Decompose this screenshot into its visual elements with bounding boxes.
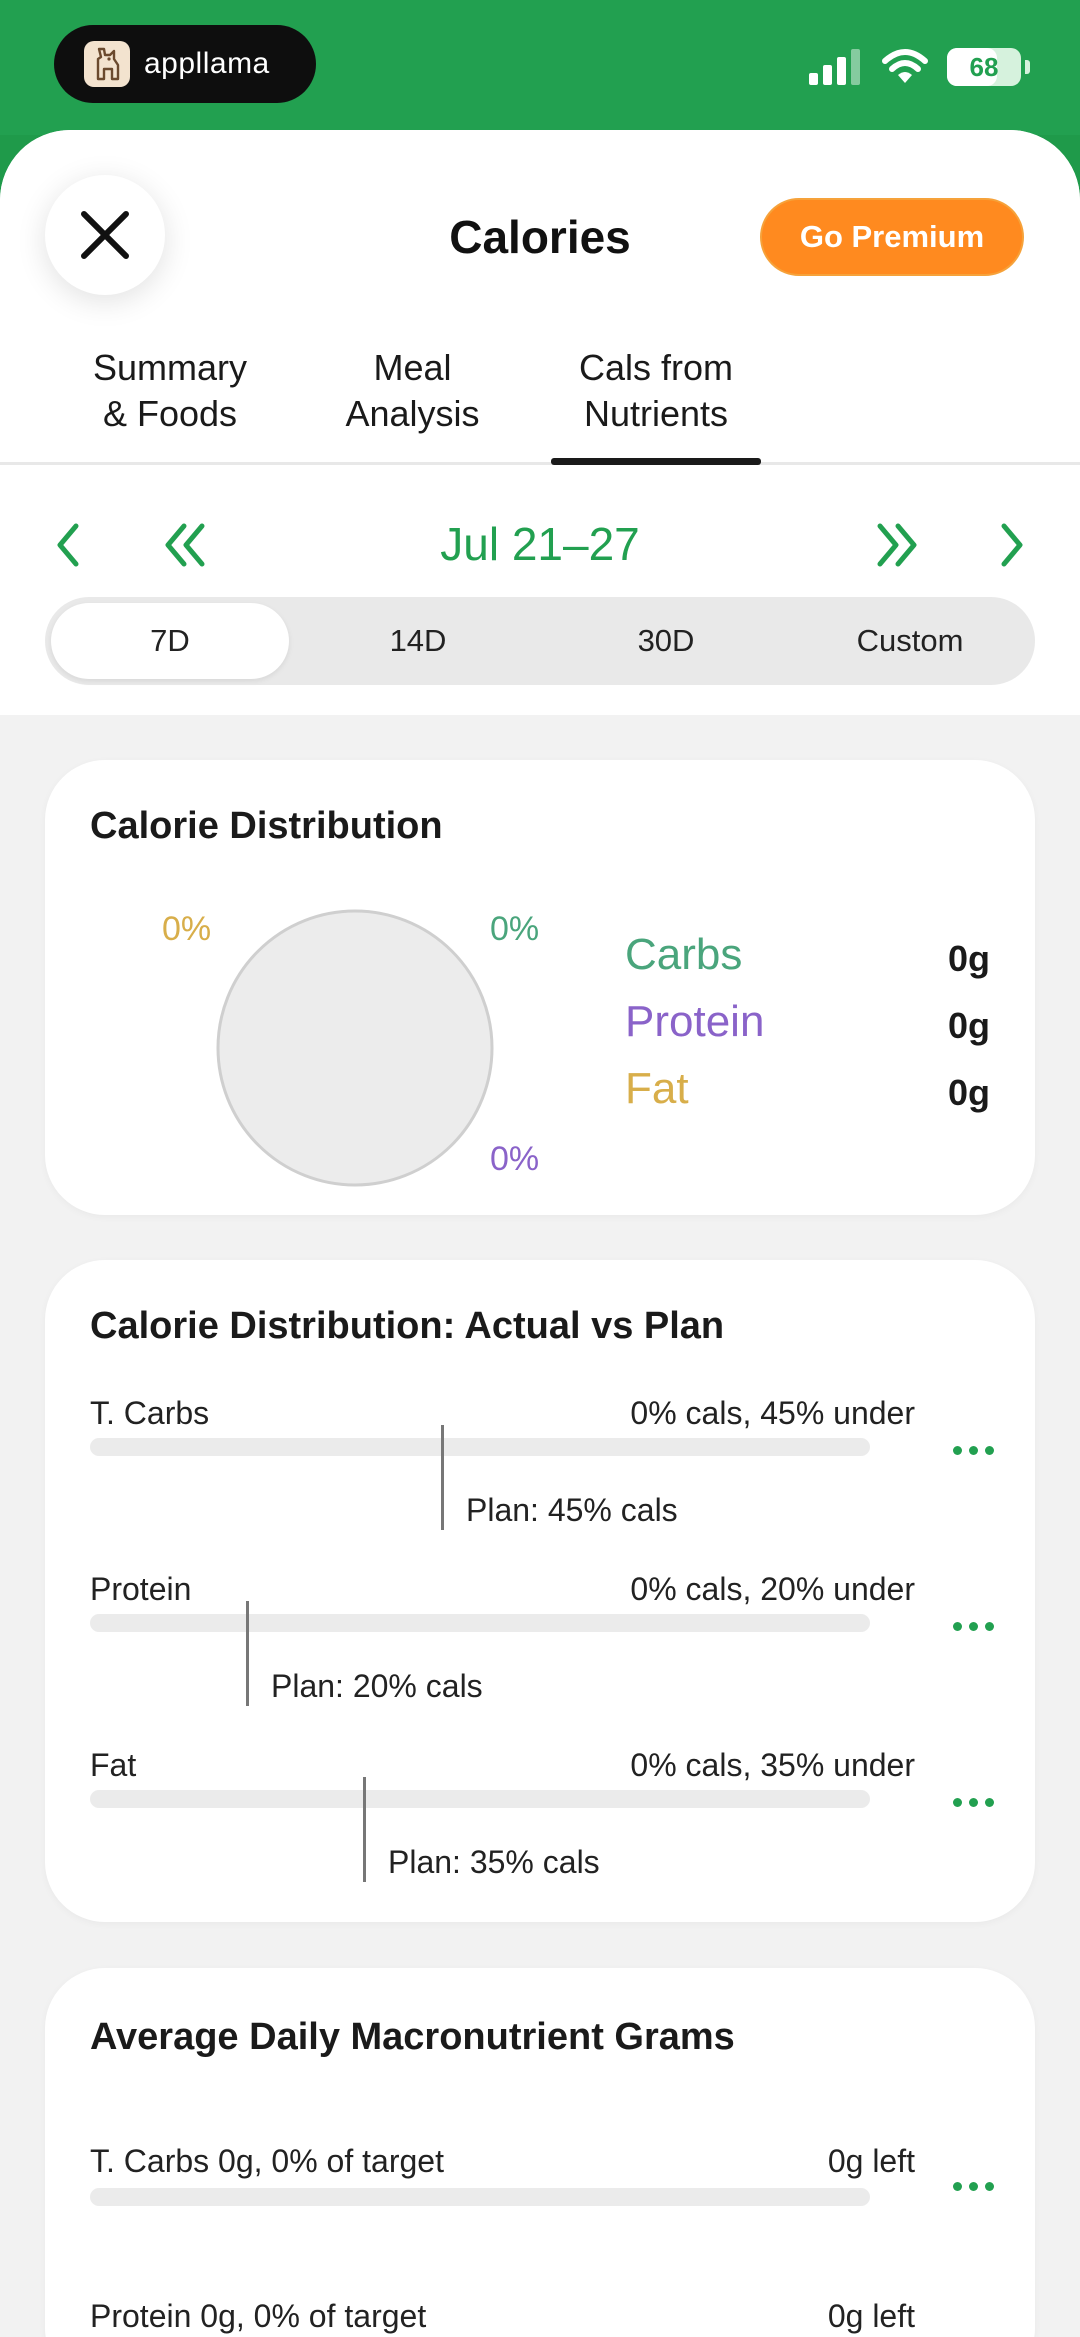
period-30d[interactable]: 30D (547, 603, 785, 679)
protein-percent-label: 0% (490, 1140, 540, 1178)
legend-fat-value: 0g (947, 1072, 990, 1113)
battery-icon: 68 (947, 48, 1021, 86)
tab-meal-analysis[interactable]: Meal Analysis (300, 345, 525, 437)
period-7d[interactable]: 7D (51, 603, 289, 679)
carbs-percent-label: 0% (490, 910, 540, 948)
legend-fat-label: Fat (625, 1064, 689, 1113)
carbs-plan-marker (441, 1425, 444, 1530)
tab-cals-from-nutrients[interactable]: Cals from Nutrients (545, 345, 767, 437)
sheet-header-area: Calories Go Premium Summary & Foods Meal… (0, 130, 1080, 715)
status-icons: 68 (809, 48, 1030, 86)
app-indicator-pill[interactable]: appllama (54, 25, 316, 103)
tab-label-line1: Summary (92, 347, 248, 388)
fat-plan-marker (363, 1777, 366, 1882)
protein-plan-label: Plan: 20% cals (271, 1668, 483, 1704)
carbs-row-status: 0% cals, 45% under (630, 1395, 915, 1431)
fat-plan-label: Plan: 35% cals (388, 1844, 600, 1880)
protein-grams-label: Protein 0g, 0% of target (90, 2298, 427, 2334)
legend-carbs-label: Carbs (625, 930, 743, 979)
fat-row-label: Fat (90, 1747, 137, 1783)
fat-more-menu-icon[interactable] (953, 1798, 994, 1807)
legend-protein-label: Protein (625, 997, 765, 1046)
go-premium-button[interactable]: Go Premium (760, 198, 1024, 276)
carbs-grams-more-menu-icon[interactable] (953, 2182, 994, 2191)
carbs-progress-track (90, 1438, 870, 1456)
period-selector: 7D 14D 30D Custom (45, 597, 1035, 685)
actual-vs-plan-card: Calorie Distribution: Actual vs Plan T. … (45, 1260, 1035, 1922)
wifi-icon (882, 49, 928, 83)
tab-bar: Summary & Foods Meal Analysis Cals from … (0, 345, 1080, 465)
distribution-pie (216, 909, 494, 1187)
status-bar: appllama 68 (0, 0, 1080, 135)
fat-row-status: 0% cals, 35% under (630, 1747, 915, 1783)
fat-progress-track (90, 1790, 870, 1808)
period-custom[interactable]: Custom (791, 603, 1029, 679)
chevron-right-icon[interactable] (998, 520, 1028, 570)
calorie-distribution-card: Calorie Distribution 0% 0% 0% Carbs 0g P… (45, 760, 1035, 1215)
fat-percent-label: 0% (162, 910, 212, 948)
llama-logo-icon (84, 41, 130, 87)
protein-progress-track (90, 1614, 870, 1632)
date-navigation: Jul 21–27 (0, 495, 1080, 595)
carbs-grams-track (90, 2188, 870, 2206)
signal-icon (809, 49, 860, 85)
tab-label-line1: Meal (373, 347, 452, 388)
carbs-more-menu-icon[interactable] (953, 1446, 994, 1455)
card-title: Average Daily Macronutrient Grams (90, 2016, 735, 2058)
carbs-grams-label: T. Carbs 0g, 0% of target (90, 2143, 444, 2179)
card-title: Calorie Distribution (90, 805, 443, 847)
tab-summary-foods[interactable]: Summary & Foods (40, 345, 300, 437)
protein-grams-left: 0g left (827, 2298, 915, 2334)
battery-percent: 68 (969, 51, 999, 82)
tab-label-line2: & Foods (102, 393, 238, 434)
calories-sheet: Calories Go Premium Summary & Foods Meal… (0, 130, 1080, 2337)
carbs-row-label: T. Carbs (90, 1395, 210, 1431)
card-title: Calorie Distribution: Actual vs Plan (90, 1305, 725, 1347)
active-tab-indicator (551, 458, 761, 465)
carbs-plan-label: Plan: 45% cals (466, 1492, 678, 1528)
carbs-grams-left: 0g left (827, 2143, 915, 2179)
protein-row-label: Protein (90, 1571, 192, 1607)
protein-plan-marker (246, 1601, 249, 1706)
period-14d[interactable]: 14D (299, 603, 537, 679)
tab-label-line1: Cals from (578, 347, 734, 388)
legend-carbs-value: 0g (947, 938, 990, 979)
protein-row-status: 0% cals, 20% under (630, 1571, 915, 1607)
protein-more-menu-icon[interactable] (953, 1622, 994, 1631)
macronutrient-grams-card: Average Daily Macronutrient Grams T. Car… (45, 1968, 1035, 2337)
battery-nub (1025, 60, 1030, 74)
double-chevron-right-icon[interactable] (872, 520, 922, 570)
tab-label-line2: Nutrients (583, 393, 729, 434)
legend-protein-value: 0g (947, 1005, 990, 1046)
app-name: appllama (144, 47, 270, 80)
tab-label-line2: Analysis (345, 393, 480, 434)
